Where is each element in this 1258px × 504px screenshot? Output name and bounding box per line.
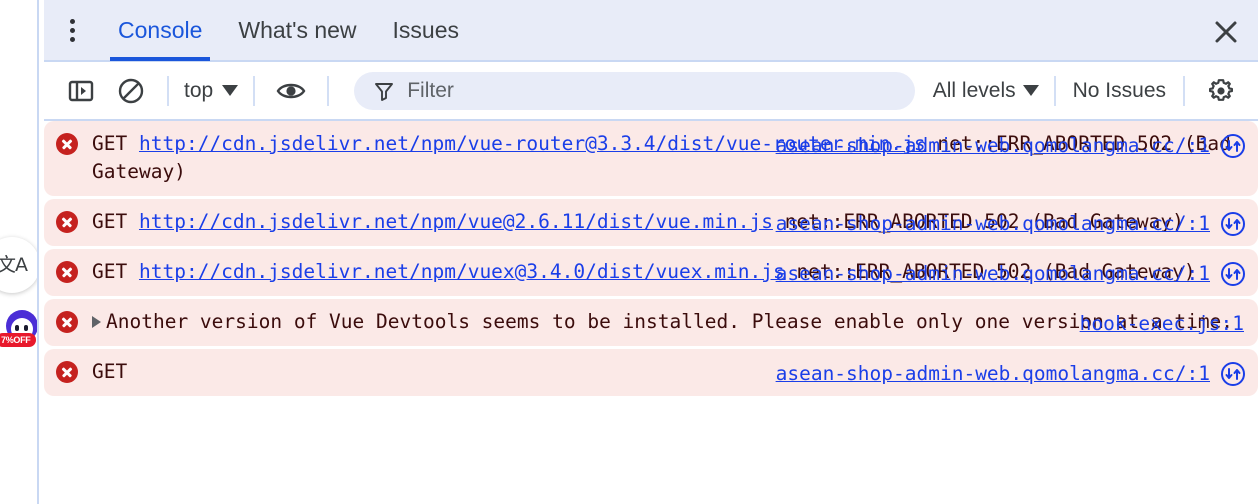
live-expression-eye-icon[interactable]	[269, 69, 313, 113]
message-source-link[interactable]: asean-shop-admin-web.qomolangma.cc/:1	[776, 132, 1210, 160]
gear-icon[interactable]	[1199, 69, 1243, 113]
toolbar-divider-2	[253, 75, 256, 106]
console-message-row[interactable]: Another version of Vue Devtools seems to…	[44, 299, 1258, 346]
tab-console-label: Console	[118, 16, 203, 43]
message-body-text: Another version of Vue Devtools seems to…	[106, 310, 1234, 333]
devtools-resize-handle[interactable]	[37, 0, 44, 504]
error-icon	[56, 211, 78, 233]
error-icon	[56, 133, 78, 155]
expand-triangle-icon[interactable]	[92, 315, 101, 328]
request-method: GET	[92, 210, 128, 233]
devtools-tabbar: Console What's new Issues	[44, 0, 1258, 62]
tab-console[interactable]: Console	[100, 0, 220, 61]
chevron-down-icon	[1022, 85, 1039, 96]
chevron-down-icon	[222, 85, 239, 96]
message-source-link[interactable]: asean-shop-admin-web.qomolangma.cc/:1	[776, 360, 1210, 388]
request-url[interactable]: http://cdn.jsdelivr.net/npm/vue@2.6.11/d…	[139, 210, 773, 233]
promo-widget[interactable]: 7%OFF	[0, 310, 42, 354]
request-method: GET	[92, 260, 128, 283]
scroll-into-view-icon[interactable]	[1220, 133, 1246, 159]
console-message-text: Another version of Vue Devtools seems to…	[92, 308, 1246, 336]
console-message-row[interactable]: GET http://cdn.jsdelivr.net/npm/vue-rout…	[44, 121, 1258, 196]
more-options-icon[interactable]	[44, 0, 100, 61]
scroll-into-view-icon[interactable]	[1220, 261, 1246, 287]
log-levels-value: All levels	[932, 78, 1016, 102]
tab-whats-new-label: What's new	[238, 16, 357, 43]
issues-counter-label: No Issues	[1072, 78, 1166, 102]
translate-widget[interactable]: 文A	[0, 237, 40, 293]
message-source-link[interactable]: hook-exec.js:1	[1080, 310, 1244, 338]
issues-counter-button[interactable]: No Issues	[1067, 79, 1172, 103]
console-message-row[interactable]: GET http://cdn.jsdelivr.net/npm/vue@2.6.…	[44, 199, 1258, 246]
message-source-link[interactable]: asean-shop-admin-web.qomolangma.cc/:1	[776, 210, 1210, 238]
console-message-list[interactable]: GET http://cdn.jsdelivr.net/npm/vue-rout…	[44, 121, 1258, 504]
scroll-into-view-icon[interactable]	[1220, 361, 1246, 387]
console-message-row[interactable]: GET http://cdn.jsdelivr.net/npm/vuex@3.4…	[44, 249, 1258, 296]
mascot-eye-left	[15, 325, 19, 331]
translate-icon: 文A	[0, 253, 28, 276]
message-source-link[interactable]: asean-shop-admin-web.qomolangma.cc/:1	[776, 260, 1210, 288]
filter-placeholder: Filter	[407, 78, 454, 102]
toolbar-divider-3	[327, 75, 330, 106]
close-icon[interactable]	[1206, 12, 1246, 52]
tab-whats-new[interactable]: What's new	[220, 0, 374, 61]
console-toolbar: top Filter All levels No Issues	[44, 62, 1258, 121]
log-levels-select[interactable]: All levels	[929, 79, 1043, 103]
sidebar-toggle-icon[interactable]	[59, 69, 103, 113]
toolbar-divider-5	[1183, 75, 1185, 106]
screenshot-root: 文A 7%OFF Console What's new Issues top F…	[0, 0, 1258, 504]
mascot-eye-right	[24, 325, 28, 331]
tab-issues[interactable]: Issues	[375, 0, 477, 61]
request-url[interactable]: http://cdn.jsdelivr.net/npm/vuex@3.4.0/d…	[139, 260, 785, 283]
error-icon	[56, 261, 78, 283]
filter-input[interactable]: Filter	[354, 71, 915, 110]
error-icon	[56, 361, 78, 383]
js-context-value: top	[184, 78, 214, 102]
toolbar-divider-4	[1053, 75, 1056, 106]
request-method: GET	[92, 132, 128, 155]
error-icon	[56, 311, 78, 333]
clear-console-icon[interactable]	[109, 69, 153, 113]
page-left-strip: 文A 7%OFF	[0, 0, 40, 504]
js-context-select[interactable]: top	[180, 79, 242, 103]
toolbar-divider-1	[167, 75, 169, 106]
promo-badge: 7%OFF	[0, 333, 36, 347]
scroll-into-view-icon[interactable]	[1220, 211, 1246, 237]
devtools-panel: Console What's new Issues top Filter All…	[44, 0, 1258, 504]
filter-icon	[375, 82, 394, 101]
request-method: GET	[92, 360, 128, 383]
tab-issues-label: Issues	[392, 16, 460, 43]
console-message-row[interactable]: GET asean-shop-admin-web.qomolangma.cc/:…	[44, 349, 1258, 396]
